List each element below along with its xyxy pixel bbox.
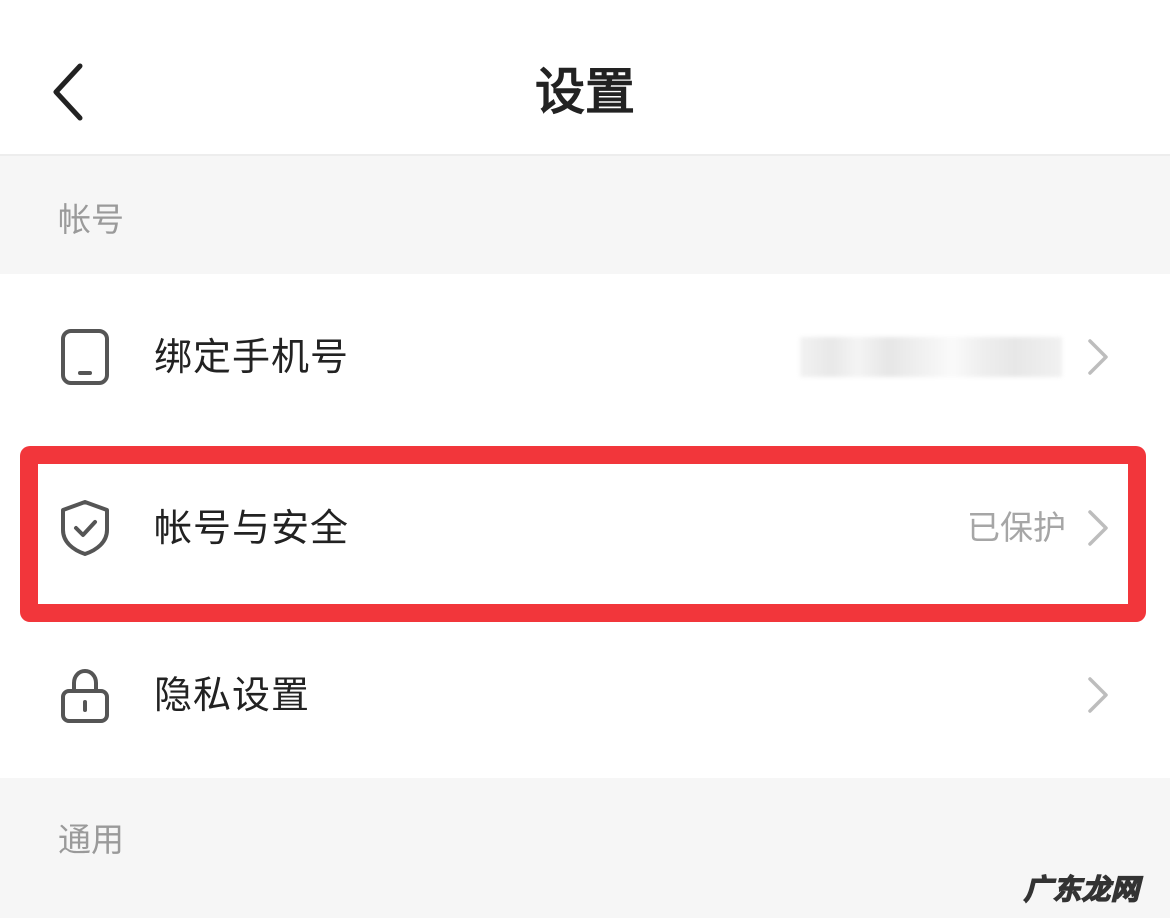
chevron-right-icon xyxy=(1088,677,1108,713)
phone-number-obscured xyxy=(800,337,1062,377)
row-label-account-security: 帐号与安全 xyxy=(154,506,350,550)
nav-header: 设置 xyxy=(0,0,1170,156)
row-account-security[interactable]: 帐号与安全 已保护 xyxy=(0,440,1170,616)
row-label-bind-phone: 绑定手机号 xyxy=(154,335,350,379)
phone-icon xyxy=(61,329,109,385)
row-privacy-settings[interactable]: 隐私设置 xyxy=(0,612,1170,778)
section-header-account: 帐号 xyxy=(0,156,1170,274)
section-title-account: 帐号 xyxy=(58,200,124,239)
row-value-account-security: 已保护 xyxy=(967,508,1066,547)
watermark: 广东龙网 xyxy=(1023,872,1140,907)
section-title-general: 通用 xyxy=(58,820,124,859)
page-title: 设置 xyxy=(535,63,635,121)
shield-check-icon xyxy=(61,500,109,556)
chevron-right-icon xyxy=(1088,339,1108,375)
section-header-general: 通用 xyxy=(0,778,1170,918)
chevron-right-icon xyxy=(1088,510,1108,546)
settings-page: 设置 帐号 绑定手机号 帐号与安全 已保护 隐私设置 通用 广东龙网 xyxy=(0,0,1170,918)
lock-icon xyxy=(61,668,109,723)
row-label-privacy-settings: 隐私设置 xyxy=(154,673,311,717)
row-bind-phone[interactable]: 绑定手机号 xyxy=(0,274,1170,440)
